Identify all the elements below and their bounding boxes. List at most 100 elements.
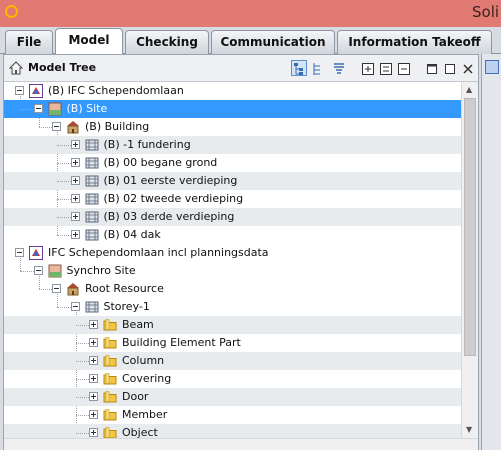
tree-row[interactable]: Column — [4, 352, 461, 370]
tree-structure-button[interactable] — [309, 60, 325, 76]
expand-node-icon[interactable] — [70, 176, 80, 185]
collapse-button[interactable] — [395, 60, 411, 76]
close-icon — [463, 64, 473, 74]
tree-row[interactable]: Covering — [4, 370, 461, 388]
tree-row[interactable]: (B) IFC Schependomlaan — [4, 82, 461, 100]
tree-row-label: Beam — [122, 318, 154, 331]
tree-row-label: Door — [122, 390, 149, 403]
tree-row[interactable]: (B) -1 fundering — [4, 136, 461, 154]
expand-node-icon[interactable] — [89, 392, 98, 401]
tree-row[interactable]: (B) Building — [4, 118, 461, 136]
vertical-scrollbar[interactable]: ▲ ▼ — [461, 82, 478, 438]
tree-row-label: (B) 03 derde verdieping — [103, 210, 235, 223]
filter-button[interactable] — [330, 60, 346, 76]
tree-structure-icon — [313, 63, 320, 75]
tree-layout-button[interactable] — [291, 60, 307, 76]
scrollbar-thumb[interactable] — [464, 98, 476, 356]
expand-all-button[interactable] — [359, 60, 375, 76]
maximize-button[interactable] — [441, 60, 457, 76]
tab-communication[interactable]: Communication — [211, 30, 335, 54]
tree-row[interactable]: (B) Site — [4, 100, 461, 118]
tree-row[interactable]: Building Element Part — [4, 334, 461, 352]
tree-row-label: (B) 04 dak — [103, 228, 161, 241]
tree-row-label: Column — [122, 354, 165, 367]
storey-icon — [85, 174, 99, 188]
tab-checking[interactable]: Checking — [125, 30, 209, 54]
close-button[interactable] — [459, 60, 475, 76]
tree-row[interactable]: (B) 00 begane grond — [4, 154, 461, 172]
tree-row[interactable]: (B) 04 dak — [4, 226, 461, 244]
scroll-down-icon[interactable]: ▼ — [466, 425, 472, 434]
storey-icon — [85, 228, 99, 242]
tab-model[interactable]: Model — [55, 28, 123, 55]
collapse-all-icon — [380, 63, 392, 75]
tree-row-label: (B) 02 tweede verdieping — [103, 192, 244, 205]
side-panel-strip — [481, 54, 501, 450]
tree-row-label: Building Element Part — [122, 336, 241, 349]
tree-row-label: (B) Building — [85, 120, 150, 133]
expand-node-icon[interactable] — [70, 140, 80, 149]
tree-row[interactable]: Door — [4, 388, 461, 406]
filter-icon — [334, 63, 344, 74]
expand-node-icon[interactable] — [89, 410, 98, 419]
panel-title: Model Tree — [28, 61, 97, 74]
collapse-all-button[interactable] — [377, 60, 393, 76]
storey-icon — [85, 300, 99, 314]
model-tree: (B) IFC Schependomlaan (B) Site (B) Buildi… — [4, 82, 461, 438]
collapse-node-icon[interactable] — [52, 284, 61, 293]
model-icon — [29, 84, 43, 98]
scroll-up-icon[interactable]: ▲ — [466, 85, 472, 94]
tree-row[interactable]: Synchro Site — [4, 262, 461, 280]
collapse-node-icon[interactable] — [70, 302, 80, 311]
tree-row-label: (B) IFC Schependomlaan — [48, 84, 184, 97]
expand-node-icon[interactable] — [89, 338, 98, 347]
collapse-node-icon[interactable] — [33, 104, 43, 113]
title-bar: Soli — [0, 0, 501, 27]
expand-node-icon[interactable] — [89, 320, 98, 329]
folder-icon — [103, 336, 117, 350]
restore-icon — [427, 64, 437, 74]
collapse-node-icon[interactable] — [33, 266, 43, 275]
tree-row[interactable]: Object — [4, 424, 461, 438]
tab-file[interactable]: File — [5, 30, 53, 54]
tree-row[interactable]: IFC Schependomlaan incl planningsdata — [4, 244, 461, 262]
expand-all-icon — [362, 63, 374, 75]
tree-row[interactable]: Beam — [4, 316, 461, 334]
tree-row[interactable]: (B) 03 derde verdieping — [4, 208, 461, 226]
tab-information-takeoff[interactable]: Information Takeoff — [337, 30, 492, 54]
expand-node-icon[interactable] — [70, 230, 80, 239]
expand-node-icon[interactable] — [89, 374, 98, 383]
expand-node-icon[interactable] — [89, 356, 98, 365]
tree-row-label: Storey-1 — [103, 300, 150, 313]
storey-icon — [85, 192, 99, 206]
storey-icon — [85, 138, 99, 152]
folder-icon — [103, 408, 117, 422]
tree-row[interactable]: Storey-1 — [4, 298, 461, 316]
tree-row-label: Object — [122, 426, 158, 438]
expand-node-icon[interactable] — [70, 212, 80, 221]
tree-row[interactable]: Root Resource — [4, 280, 461, 298]
expand-node-icon[interactable] — [70, 158, 80, 167]
expand-node-icon[interactable] — [89, 428, 98, 437]
tree-row[interactable]: (B) 01 eerste verdieping — [4, 172, 461, 190]
collapse-node-icon[interactable] — [15, 248, 24, 257]
ribbon-tab-bar: File Model Checking Communication Inform… — [0, 27, 501, 55]
site-icon — [48, 264, 62, 278]
tree-row-label: (B) Site — [66, 102, 108, 115]
folder-icon — [103, 372, 117, 386]
tree-row[interactable]: Member — [4, 406, 461, 424]
window-title: Soli — [472, 3, 500, 21]
horizontal-scrollbar[interactable] — [4, 438, 478, 450]
tree-row-label: Member — [122, 408, 168, 421]
side-panel-icon[interactable] — [485, 60, 499, 74]
folder-icon — [103, 354, 117, 368]
expand-node-icon[interactable] — [70, 194, 80, 203]
collapse-node-icon[interactable] — [52, 122, 61, 131]
tree-row[interactable]: (B) 02 tweede verdieping — [4, 190, 461, 208]
maximize-icon — [445, 64, 455, 74]
storey-icon — [85, 156, 99, 170]
home-icon — [9, 61, 23, 75]
restore-button[interactable] — [423, 60, 439, 76]
site-icon — [48, 102, 62, 116]
collapse-node-icon[interactable] — [15, 86, 24, 95]
